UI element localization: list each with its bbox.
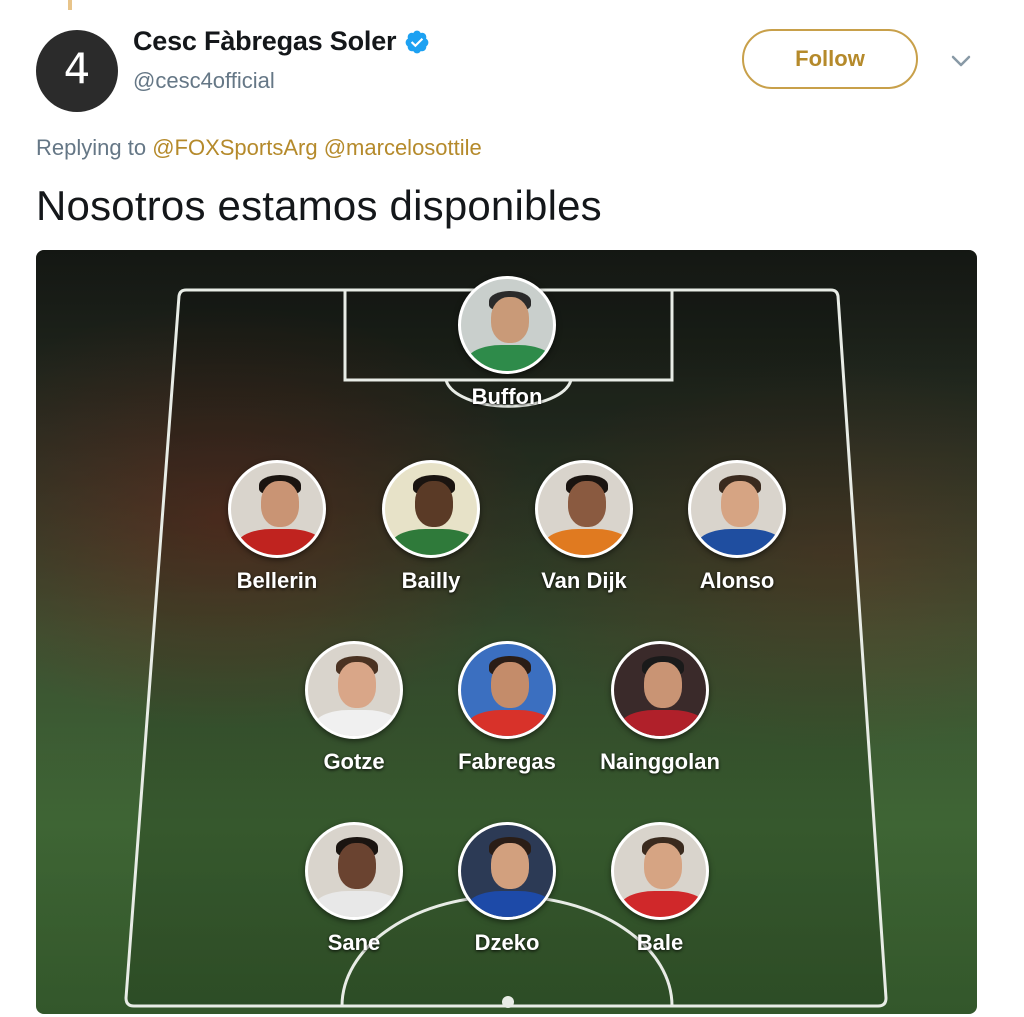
author-name-row: Cesc Fàbregas Soler (133, 26, 430, 57)
player-buffon: Buffon (427, 276, 587, 410)
reply-mention-link[interactable]: @FOXSportsArg (152, 135, 317, 160)
player-nainggolan: Nainggolan (580, 641, 740, 775)
player-photo (228, 460, 326, 558)
tweet-media-image[interactable]: Buffon Bellerin Bailly Van Dijk Alonso G… (36, 250, 977, 1014)
verified-badge-icon (405, 30, 429, 53)
player-bailly: Bailly (351, 460, 511, 594)
player-name: Bailly (401, 568, 461, 593)
author-avatar[interactable]: 4 (36, 30, 118, 112)
player-name: Sane (327, 930, 381, 955)
player-name: Nainggolan (600, 749, 720, 774)
player-bellerin: Bellerin (197, 460, 357, 594)
reply-mention-link[interactable]: @marcelosottile (324, 135, 482, 160)
player-name: Alonso (699, 568, 775, 593)
player-name: Fabregas (458, 749, 556, 774)
author-handle[interactable]: @cesc4official (133, 68, 275, 94)
player-photo (458, 641, 556, 739)
player-photo (611, 641, 709, 739)
player-alonso: Alonso (657, 460, 817, 594)
player-bale: Bale (580, 822, 740, 956)
replying-to-line: Replying to @FOXSportsArg @marcelosottil… (36, 135, 482, 161)
player-name: Bellerin (236, 568, 318, 593)
player-name: Buffon (471, 384, 543, 409)
player-photo (305, 641, 403, 739)
player-gotze: Gotze (274, 641, 434, 775)
player-photo (458, 276, 556, 374)
player-fabregas: Fabregas (427, 641, 587, 775)
player-name: Van Dijk (541, 568, 627, 593)
chevron-down-icon[interactable] (947, 50, 975, 72)
follow-button[interactable]: Follow (742, 29, 918, 89)
player-name: Dzeko (474, 930, 540, 955)
player-photo (305, 822, 403, 920)
player-photo (688, 460, 786, 558)
player-photo (611, 822, 709, 920)
replying-prefix: Replying to (36, 135, 147, 160)
player-dzeko: Dzeko (427, 822, 587, 956)
avatar-glyph: 4 (63, 44, 91, 93)
top-accent-bar (68, 0, 72, 10)
player-photo (458, 822, 556, 920)
player-sane: Sane (274, 822, 434, 956)
player-name: Gotze (323, 749, 385, 774)
author-display-name[interactable]: Cesc Fàbregas Soler (133, 26, 397, 57)
player-photo (382, 460, 480, 558)
player-van-dijk: Van Dijk (504, 460, 664, 594)
player-photo (535, 460, 633, 558)
tweet-text: Nosotros estamos disponibles (36, 182, 602, 229)
player-name: Bale (636, 930, 684, 955)
